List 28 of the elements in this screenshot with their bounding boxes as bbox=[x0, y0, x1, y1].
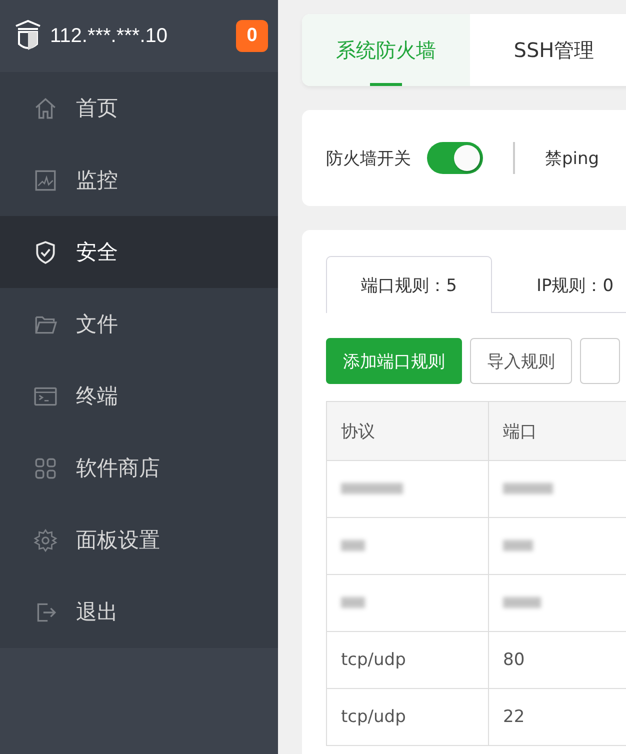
tab[interactable]: IP规则：0 bbox=[492, 256, 626, 313]
switch-label: 禁ping bbox=[545, 148, 600, 170]
gear-icon bbox=[33, 528, 58, 552]
table-cell: 22 bbox=[488, 688, 626, 746]
sidebar-item[interactable]: 软件商店 bbox=[0, 432, 278, 504]
grid-icon bbox=[33, 456, 58, 480]
house-icon bbox=[33, 96, 58, 120]
sidebar-item[interactable]: 退出 bbox=[0, 576, 278, 648]
tab[interactable]: 端口规则：5 bbox=[326, 256, 492, 313]
chart-icon bbox=[33, 168, 58, 192]
sidebar-item[interactable]: 安全 bbox=[0, 216, 278, 288]
sidebar-item[interactable]: 首页 bbox=[0, 72, 278, 144]
sidebar-item[interactable]: 终端 bbox=[0, 360, 278, 432]
column-header: 端口 bbox=[488, 402, 626, 460]
button[interactable]: 导入规则 bbox=[470, 338, 572, 384]
tab[interactable]: SSH管理 bbox=[470, 14, 626, 86]
toggle-switch[interactable] bbox=[427, 142, 483, 174]
shield-check-icon bbox=[33, 240, 58, 264]
server-address: 112.***.***.10 bbox=[50, 24, 168, 48]
sidebar-item[interactable]: 监控 bbox=[0, 144, 278, 216]
sidebar-item[interactable]: 文件 bbox=[0, 288, 278, 360]
sidebar-item[interactable]: 面板设置 bbox=[0, 504, 278, 576]
table-cell: tcp/udp bbox=[326, 688, 488, 746]
switch-label: 防火墙开关 bbox=[326, 148, 411, 170]
column-header: 协议 bbox=[326, 402, 488, 460]
table-cell: tcp/udp bbox=[326, 632, 488, 688]
table-cell: 80 bbox=[488, 632, 626, 688]
logo-icon bbox=[14, 20, 42, 52]
